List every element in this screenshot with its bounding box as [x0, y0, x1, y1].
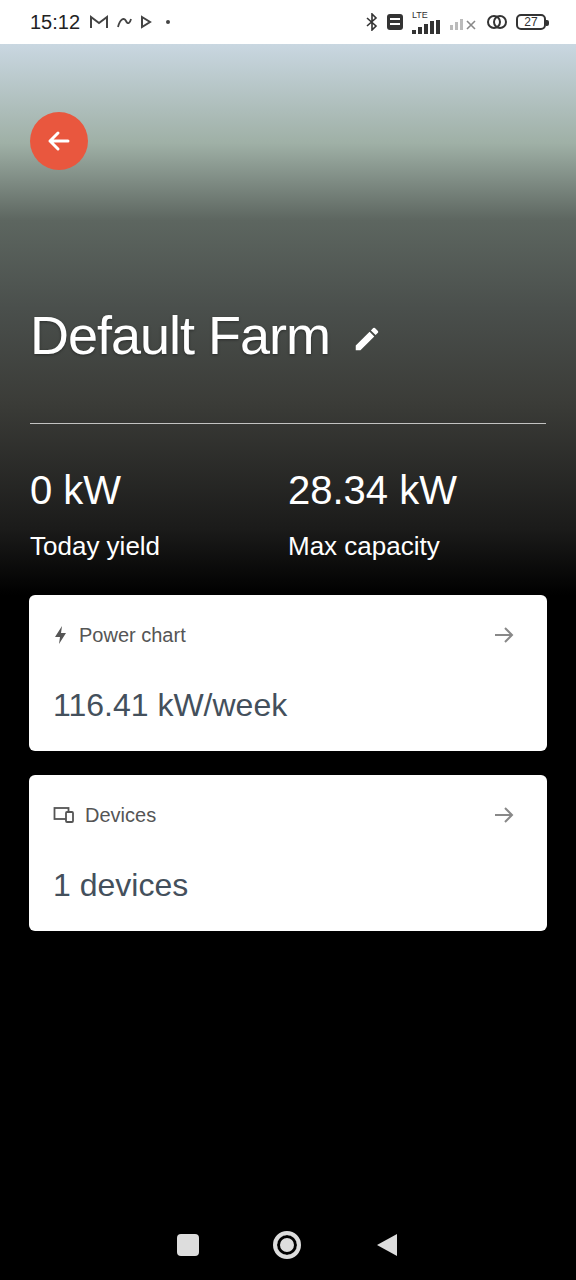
volte-icon — [386, 13, 404, 31]
network-label: LTE — [412, 11, 428, 20]
stat-label: Max capacity — [288, 529, 546, 563]
card-title: Devices — [85, 803, 156, 827]
screen: 15:12 LTE 27 Default Farm 0 kW Today yield28.… — [0, 0, 576, 1280]
stats: 0 kW Today yield28.34 kW Max capacity — [30, 466, 546, 563]
stat: 28.34 kW Max capacity — [288, 466, 546, 563]
play-icon — [140, 15, 152, 29]
cards: Power chart 116.41 kW/week Devices 1 device… — [0, 595, 576, 931]
app-icon — [116, 15, 132, 29]
farm-header: Default Farm 0 kW Today yield28.34 kW Max c… — [0, 44, 576, 595]
status-bar: 15:12 LTE 27 — [0, 0, 576, 44]
home-icon[interactable] — [273, 1231, 301, 1259]
battery-icon: 27 — [516, 14, 546, 30]
info-card[interactable]: Power chart 116.41 kW/week — [29, 595, 547, 751]
stat-value: 0 kW — [30, 466, 288, 514]
arrow-right-icon — [493, 625, 515, 645]
battery-level: 27 — [524, 16, 537, 28]
hotspot-icon — [486, 14, 508, 30]
farm-title: Default Farm — [30, 303, 330, 367]
pencil-icon[interactable] — [352, 324, 382, 354]
arrow-right-icon — [493, 805, 515, 825]
info-card[interactable]: Devices 1 devices — [29, 775, 547, 931]
notification-dot — [166, 20, 170, 24]
bolt-icon — [53, 625, 69, 645]
back-triangle-icon[interactable] — [375, 1232, 399, 1258]
stat: 0 kW Today yield — [30, 466, 288, 563]
no-signal-icon — [450, 14, 478, 30]
recents-icon[interactable] — [177, 1234, 199, 1256]
divider — [30, 423, 546, 424]
card-value: 1 devices — [53, 865, 515, 905]
farm-title-row: Default Farm — [30, 303, 546, 367]
card-value: 116.41 kW/week — [53, 685, 515, 725]
stat-value: 28.34 kW — [288, 466, 546, 514]
arrow-left-icon — [46, 128, 72, 154]
mail-icon — [90, 15, 108, 29]
navigation-bar — [0, 1210, 576, 1280]
devices-icon — [53, 806, 75, 824]
stat-label: Today yield — [30, 529, 288, 563]
status-time: 15:12 — [30, 11, 80, 34]
bluetooth-icon — [366, 13, 378, 31]
card-title: Power chart — [79, 623, 186, 647]
signal-icon — [412, 20, 442, 34]
signal: LTE — [412, 11, 442, 34]
back-button[interactable] — [30, 112, 88, 170]
